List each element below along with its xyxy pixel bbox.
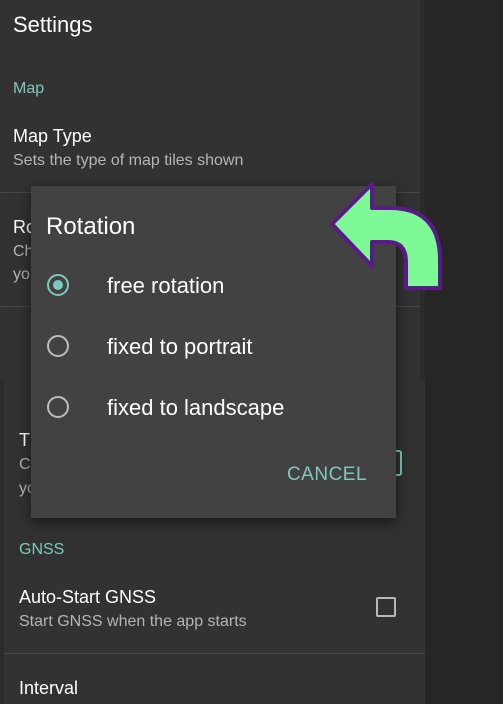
back-arrow-icon — [330, 182, 442, 290]
page-title: Settings — [13, 12, 93, 37]
divider — [4, 653, 425, 654]
pref-auto-start-gnss-title: Auto-Start GNSS — [19, 587, 157, 607]
section-header-map: Map — [13, 80, 45, 97]
radio-unchecked-icon[interactable] — [47, 335, 69, 357]
radio-unchecked-icon[interactable] — [47, 396, 69, 418]
pref-auto-start-gnss-summary: Start GNSS when the app starts — [19, 613, 247, 630]
option-label: fixed to portrait — [107, 334, 253, 359]
section-header-gnss: GNSS — [19, 541, 65, 558]
screen: Settings Map Map Type Sets the type of m… — [0, 0, 503, 704]
background-strip — [425, 0, 503, 704]
dialog-title: Rotation — [46, 213, 136, 240]
pref-map-type-summary: Sets the type of map tiles shown — [13, 152, 244, 169]
option-fixed-to-landscape[interactable]: fixed to landscape — [31, 381, 396, 437]
pref-interval-title: Interval — [19, 678, 79, 698]
option-fixed-to-portrait[interactable]: fixed to portrait — [31, 320, 396, 376]
auto-start-gnss-checkbox[interactable] — [376, 597, 396, 617]
pref-theme-title: T — [19, 430, 30, 450]
pref-map-type-title: Map Type — [13, 126, 92, 146]
pref-rotation-summary-line2: yo — [13, 266, 30, 283]
option-label: free rotation — [107, 273, 225, 298]
cancel-button[interactable]: CANCEL — [277, 460, 377, 490]
option-label: fixed to landscape — [107, 395, 285, 420]
pref-theme-summary-line1: C — [19, 456, 31, 473]
radio-checked-icon[interactable] — [47, 274, 69, 296]
